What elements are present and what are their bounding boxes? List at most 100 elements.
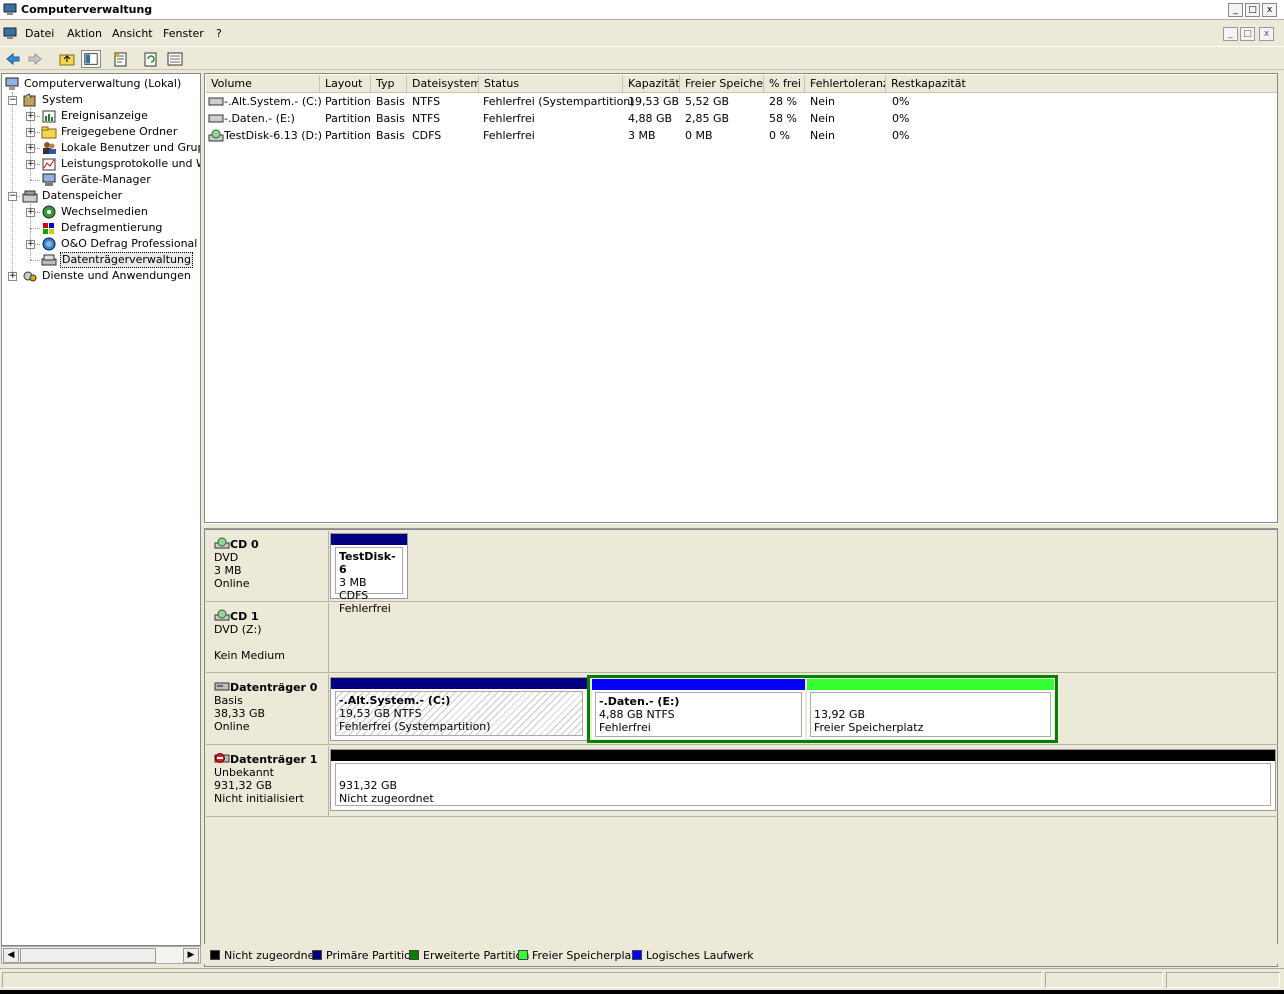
defrag-icon xyxy=(43,223,54,234)
legend-item: Primäre Partition xyxy=(312,949,418,962)
disk-row-cd1[interactable]: CD 1 DVD (Z:) Kein Medium xyxy=(206,603,1278,673)
disk-info: Datenträger 0 Basis 38,33 GB Online xyxy=(206,674,329,744)
partition-c[interactable]: -.Alt.System.- (C:) 19,53 GB NTFS Fehler… xyxy=(330,677,588,741)
back-arrow-icon[interactable] xyxy=(3,50,23,68)
cell-restkapazitaet: 0% xyxy=(892,129,910,142)
column-header-fehlertoleranz[interactable]: Fehlertoleranz xyxy=(805,75,886,93)
free-space-partition[interactable]: 13,92 GB Freier Speicherplatz xyxy=(807,679,1054,739)
table-row[interactable]: TestDisk-6.13 (D:) Partition Basis CDFS … xyxy=(205,127,1277,144)
column-header-prozent-frei[interactable]: % frei xyxy=(764,75,805,93)
properties-icon[interactable] xyxy=(111,50,131,68)
refresh-icon[interactable] xyxy=(141,50,161,68)
partition-testdisk[interactable]: TestDisk-6 3 MB CDFS Fehlerfrei xyxy=(330,533,408,615)
expand-toggle[interactable]: + xyxy=(26,208,35,217)
partition-e[interactable]: -.Daten.- (E:) 4,88 GB NTFS Fehlerfrei xyxy=(592,679,805,739)
unallocated-space[interactable]: 931,32 GB Nicht zugeordnet xyxy=(330,749,1276,811)
cell-status: Fehlerfrei xyxy=(483,129,535,142)
show-hide-tree-icon[interactable] xyxy=(81,50,101,68)
cell-freier-speicher: 0 MB xyxy=(685,129,713,142)
column-header-status[interactable]: Status xyxy=(479,75,623,93)
expand-toggle[interactable]: + xyxy=(26,240,35,249)
device-manager-icon xyxy=(42,173,56,186)
disk-row-cd0[interactable]: CD 0 DVD 3 MB Online TestDisk-6 3 MB CDF… xyxy=(206,531,1278,615)
disk-size: 3 MB xyxy=(214,564,242,577)
help-icon[interactable] xyxy=(165,50,185,68)
table-row[interactable]: -.Alt.System.- (C:) Partition Basis NTFS… xyxy=(205,93,1277,110)
scroll-right-button[interactable]: ▶ xyxy=(183,948,199,963)
mdi-window-icon[interactable] xyxy=(3,27,17,40)
partition-body: 931,32 GB Nicht zugeordnet xyxy=(335,763,1271,806)
column-header-layout[interactable]: Layout xyxy=(320,75,371,93)
up-folder-icon[interactable] xyxy=(57,50,77,68)
console-tree: Computerverwaltung (Lokal) − System + Er… xyxy=(1,73,201,946)
cell-kapazitaet: 4,88 GB xyxy=(628,112,673,125)
cell-status: Fehlerfrei (Systempartition) xyxy=(483,95,635,108)
expand-toggle[interactable]: + xyxy=(26,160,35,169)
menu-ansicht[interactable]: Ansicht xyxy=(112,27,153,40)
forward-arrow-icon[interactable] xyxy=(25,50,45,68)
partition-status: Freier Speicherplatz xyxy=(814,721,924,734)
expand-toggle[interactable]: + xyxy=(26,128,35,137)
column-header-kapazitaet[interactable]: Kapazität xyxy=(623,75,680,93)
scroll-left-button[interactable]: ◀ xyxy=(3,948,19,963)
cell-layout: Partition xyxy=(325,112,371,125)
column-header-freier-speicher[interactable]: Freier Speicher xyxy=(680,75,764,93)
legend-item: Nicht zugeordnet xyxy=(210,949,319,962)
legend-item: Freier Speicherplatz xyxy=(518,949,641,962)
cell-typ: Basis xyxy=(376,112,405,125)
menu-bar: Datei Aktion Ansicht Fenster ? _ □ x xyxy=(0,24,1284,44)
tree-horizontal-scrollbar[interactable]: ◀ ▶ xyxy=(1,946,201,964)
status-segment xyxy=(1166,972,1280,988)
column-header-typ[interactable]: Typ xyxy=(371,75,407,93)
expand-toggle[interactable]: − xyxy=(8,96,17,105)
legend: Nicht zugeordnet Primäre Partition Erwei… xyxy=(204,944,1278,964)
disk-row-datentraeger-0[interactable]: Datenträger 0 Basis 38,33 GB Online -.Al… xyxy=(206,674,1278,745)
computer-icon xyxy=(5,77,19,90)
cell-fehlertoleranz: Nein xyxy=(810,112,836,125)
partition-name: -.Alt.System.- (C:) xyxy=(339,694,451,707)
menu-fenster[interactable]: Fenster xyxy=(163,27,204,40)
cell-volume: TestDisk-6.13 (D:) xyxy=(224,129,323,142)
users-icon xyxy=(43,142,56,154)
unallocated-bar xyxy=(331,750,1275,761)
disk-management-icon xyxy=(41,254,57,266)
column-header-dateisystem[interactable]: Dateisystem xyxy=(407,75,479,93)
partition-name: -.Daten.- (E:) xyxy=(599,695,680,708)
disk-name: Datenträger 0 xyxy=(230,681,318,694)
column-header-volume[interactable]: Volume xyxy=(206,75,320,93)
expand-toggle[interactable]: + xyxy=(8,272,17,281)
disk-info: CD 0 DVD 3 MB Online xyxy=(206,531,329,601)
expand-toggle[interactable]: − xyxy=(8,192,17,201)
scroll-thumb[interactable] xyxy=(20,948,156,963)
close-button[interactable]: x xyxy=(1262,3,1277,17)
table-row[interactable]: -.Daten.- (E:) Partition Basis NTFS Fehl… xyxy=(205,110,1277,127)
maximize-button[interactable]: □ xyxy=(1245,3,1260,17)
free-space-bar xyxy=(807,679,1054,690)
hard-disk-icon xyxy=(214,682,230,691)
logical-drive-bar xyxy=(592,679,805,690)
cell-typ: Basis xyxy=(376,95,405,108)
mdi-restore-button[interactable]: □ xyxy=(1240,27,1255,41)
expand-toggle[interactable]: + xyxy=(26,112,35,121)
cell-freier-speicher: 2,85 GB xyxy=(685,112,730,125)
expand-toggle[interactable]: + xyxy=(26,144,35,153)
column-header-restkapazitaet[interactable]: Restkapazität xyxy=(886,75,1277,93)
mdi-minimize-button[interactable]: _ xyxy=(1223,27,1238,41)
menu-aktion[interactable]: Aktion xyxy=(67,27,102,40)
oo-defrag-icon xyxy=(42,237,56,251)
partition-status: Fehlerfrei (Systempartition) xyxy=(339,720,491,733)
uninitialized-disk-icon xyxy=(214,753,230,763)
computer-management-icon xyxy=(3,3,17,15)
disk-row-datentraeger-1[interactable]: Datenträger 1 Unbekannt 931,32 GB Nicht … xyxy=(206,746,1278,817)
menu-help[interactable]: ? xyxy=(216,27,222,40)
disk-info: Datenträger 1 Unbekannt 931,32 GB Nicht … xyxy=(206,746,329,816)
mdi-close-button[interactable]: x xyxy=(1259,27,1274,41)
disk-status: Kein Medium xyxy=(214,649,285,662)
disk-name: CD 0 xyxy=(230,538,259,551)
menu-datei[interactable]: Datei xyxy=(25,27,54,40)
minimize-button[interactable]: _ xyxy=(1228,3,1243,17)
disk-status: Online xyxy=(214,577,250,590)
cell-restkapazitaet: 0% xyxy=(892,95,910,108)
partition-status: Fehlerfrei xyxy=(599,721,651,734)
disk-status: Nicht initialisiert xyxy=(214,792,304,805)
